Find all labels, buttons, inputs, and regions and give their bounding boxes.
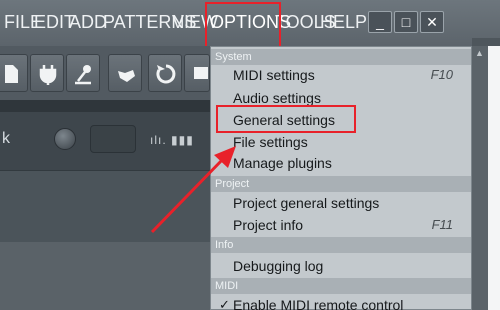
annotation-arrow (150, 146, 236, 234)
